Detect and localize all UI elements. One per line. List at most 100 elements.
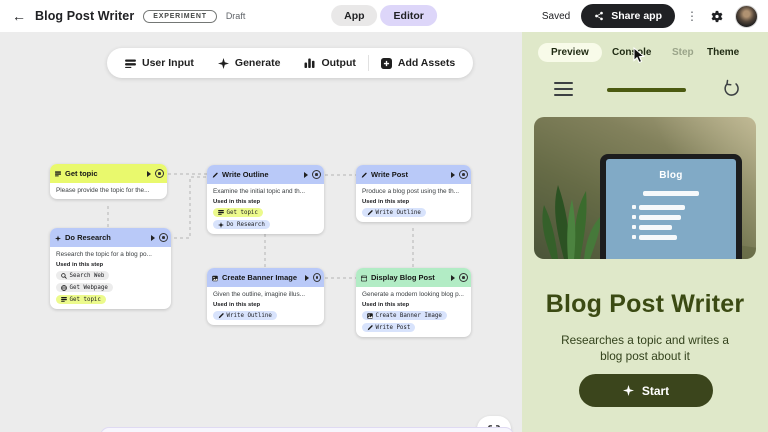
chip-label: Write Outline	[227, 313, 272, 319]
chip-search-web[interactable]: Search Web	[56, 271, 109, 280]
node-do-research[interactable]: Do Research Research the topic for a blo…	[50, 228, 171, 309]
share-app-button[interactable]: Share app	[581, 4, 675, 28]
menu-icon	[61, 297, 67, 303]
run-step-icon[interactable]	[147, 171, 151, 177]
experiment-badge: EXPERIMENT	[143, 10, 217, 23]
back-arrow-icon[interactable]: ←	[12, 9, 26, 23]
node-write-post[interactable]: Write Post Produce a blog post using the…	[356, 165, 471, 222]
output-port[interactable]	[313, 273, 321, 282]
sparkle-icon	[55, 235, 61, 241]
pencil-icon	[361, 172, 367, 178]
node-title: Write Post	[371, 170, 408, 179]
node-write-outline-header[interactable]: Write Outline	[207, 165, 324, 184]
chip-label: Get Webpage	[70, 285, 108, 291]
output-port[interactable]	[459, 170, 468, 179]
chip-label: Get topic	[227, 210, 258, 216]
tab-preview[interactable]: Preview	[538, 43, 602, 62]
description-line-2: blog post about it	[600, 349, 690, 363]
sparkle-icon	[218, 58, 229, 69]
app-tab[interactable]: App	[331, 5, 377, 26]
start-label: Start	[642, 384, 669, 398]
app-preview-title: Blog Post Writer	[522, 290, 768, 319]
preview-menu-icon[interactable]	[554, 82, 573, 96]
chip-get-topic[interactable]: Get topic	[56, 295, 106, 304]
search-icon	[61, 273, 67, 279]
bar-chart-icon	[304, 58, 315, 68]
share-app-label: Share app	[611, 10, 662, 22]
node-display-blog-post[interactable]: Display Blog Post Generate a modern look…	[356, 268, 471, 337]
preview-panel: Preview Console Step Theme Blog	[522, 32, 768, 432]
chip-write-outline[interactable]: Write Outline	[362, 208, 426, 217]
app-header: ← Blog Post Writer EXPERIMENT Draft App …	[0, 0, 768, 32]
description-line-1: Researches a topic and writes a	[561, 333, 729, 347]
saved-status: Saved	[542, 11, 570, 22]
node-title: Write Outline	[222, 170, 269, 179]
chip-do-research[interactable]: Do Research	[213, 220, 270, 229]
chip-get-topic[interactable]: Get topic	[213, 208, 263, 217]
node-description: Produce a blog post using the th...	[362, 188, 465, 195]
chip-get-webpage[interactable]: Get Webpage	[56, 283, 113, 292]
pencil-icon	[212, 172, 218, 178]
more-options-icon[interactable]: ⋮	[686, 10, 698, 22]
share-icon	[594, 11, 604, 21]
node-create-banner-image-header[interactable]: Create Banner Image	[207, 268, 324, 287]
used-in-step-label: Used in this step	[362, 302, 465, 308]
start-sparkle-icon	[623, 385, 634, 396]
chip-create-banner-image[interactable]: Create Banner Image	[362, 311, 447, 320]
node-title: Display Blog Post	[371, 273, 435, 282]
node-description: Research the topic for a blog po...	[56, 251, 165, 258]
generate-tool[interactable]: Generate	[206, 48, 293, 78]
chip-label: Get topic	[70, 297, 101, 303]
node-create-banner-image[interactable]: Create Banner Image Given the outline, i…	[207, 268, 324, 325]
node-toolbar: User Input Generate Output Add Assets	[107, 48, 473, 78]
node-do-research-header[interactable]: Do Research	[50, 228, 171, 247]
output-tool[interactable]: Output	[292, 48, 367, 78]
start-button[interactable]: Start	[579, 374, 713, 407]
editor-tab[interactable]: Editor	[381, 5, 437, 26]
node-write-outline[interactable]: Write Outline Examine the initial topic …	[207, 165, 324, 234]
restart-icon[interactable]	[722, 79, 741, 98]
generate-label: Generate	[235, 57, 281, 69]
node-description: Please provide the topic for the...	[56, 187, 161, 194]
tab-theme[interactable]: Theme	[707, 47, 739, 58]
menu-icon	[55, 171, 61, 177]
settings-gear-icon[interactable]	[709, 9, 724, 24]
node-get-topic-header[interactable]: Get topic	[50, 164, 167, 183]
add-assets-label: Add Assets	[398, 57, 455, 69]
chat-input-bar[interactable]	[100, 427, 514, 432]
user-avatar[interactable]	[735, 5, 758, 28]
node-description: Given the outline, imagine illus...	[213, 291, 318, 298]
chip-write-outline[interactable]: Write Outline	[213, 311, 277, 320]
workflow-canvas[interactable]: User Input Generate Output Add Assets	[0, 32, 522, 432]
screen-blog-heading: Blog	[606, 170, 736, 181]
output-label: Output	[321, 57, 355, 69]
used-in-step-label: Used in this step	[362, 199, 465, 205]
node-write-post-header[interactable]: Write Post	[356, 165, 471, 184]
app-editor-toggle: App Editor	[331, 5, 437, 26]
output-port[interactable]	[159, 233, 168, 242]
browser-window-icon	[361, 275, 367, 281]
node-get-topic[interactable]: Get topic Please provide the topic for t…	[50, 164, 167, 199]
add-assets-tool[interactable]: Add Assets	[369, 48, 467, 78]
user-input-icon	[125, 59, 136, 68]
run-step-icon[interactable]	[305, 275, 309, 281]
run-step-icon[interactable]	[451, 275, 455, 281]
output-port[interactable]	[312, 170, 321, 179]
run-step-icon[interactable]	[304, 172, 308, 178]
tab-step[interactable]: Step	[672, 47, 694, 58]
used-in-step-label: Used in this step	[213, 199, 318, 205]
pencil-icon	[367, 325, 373, 331]
node-display-blog-post-header[interactable]: Display Blog Post	[356, 268, 471, 287]
output-port[interactable]	[459, 273, 468, 282]
run-step-icon[interactable]	[451, 172, 455, 178]
user-input-tool[interactable]: User Input	[113, 48, 206, 78]
draft-status: Draft	[226, 11, 246, 21]
output-port[interactable]	[155, 169, 164, 178]
node-title: Get topic	[65, 169, 98, 178]
image-icon	[367, 313, 373, 319]
chip-label: Create Banner Image	[376, 313, 442, 319]
chip-write-post[interactable]: Write Post	[362, 323, 415, 332]
app-preview-description: Researches a topic and writes a blog pos…	[522, 333, 768, 364]
run-step-icon[interactable]	[151, 235, 155, 241]
preview-hero-image: Blog	[534, 117, 756, 259]
